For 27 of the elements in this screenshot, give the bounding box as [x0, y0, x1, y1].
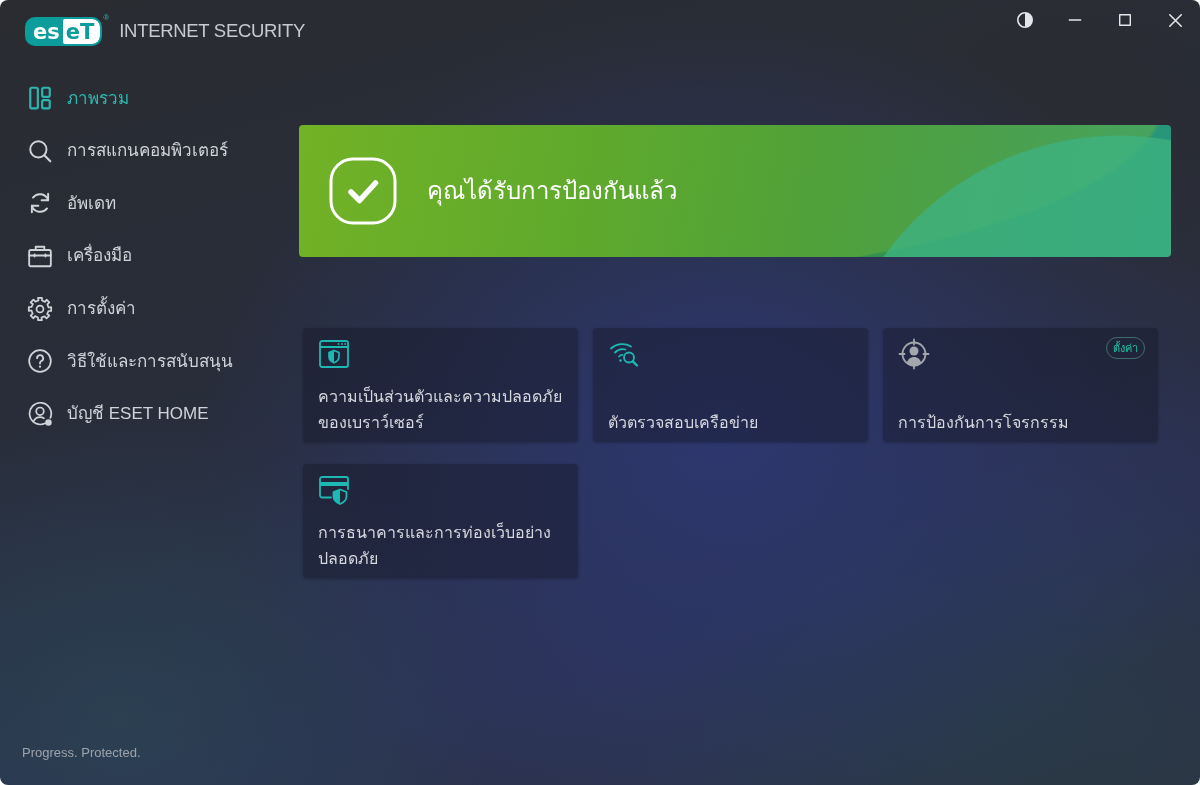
sidebar-item[interactable]: ภาพรวม — [0, 72, 129, 125]
sidebar-item[interactable]: การตั้งค่า — [0, 282, 136, 335]
sidebar-item[interactable]: อัพเดท — [0, 177, 116, 230]
feature-tile[interactable]: ความเป็นส่วนตัวและความปลอดภัยของเบราว์เซอร์ — [303, 328, 578, 442]
sidebar-item[interactable]: เครื่องมือ — [0, 229, 132, 283]
overview-icon — [27, 85, 53, 112]
contrast-icon — [1017, 12, 1033, 28]
status-message: คุณได้รับการป้องกันแล้ว — [427, 176, 677, 208]
account-icon — [27, 400, 53, 427]
settings-icon — [27, 295, 53, 322]
registered-mark: ® — [103, 12, 110, 24]
product-name: INTERNET SECURITY — [119, 19, 305, 44]
sidebar-item[interactable]: บัญชี ESET HOME — [0, 387, 209, 441]
feature-tile[interactable]: การธนาคารและการท่องเว็บอย่างปลอดภัย — [303, 464, 578, 578]
footer-tagline: Progress. Protected. — [21, 743, 141, 762]
minimize-icon — [1068, 19, 1082, 21]
sidebar-item[interactable]: การสแกนคอมพิวเตอร์ — [0, 124, 228, 178]
check-icon — [329, 157, 397, 225]
feature-tile[interactable]: ตั้งค่า การป้องกันการโจรกรรม — [883, 328, 1158, 442]
feature-tile[interactable]: ตัวตรวจสอบเครือข่าย — [593, 328, 868, 442]
close-icon — [1168, 13, 1182, 27]
help-icon — [27, 348, 53, 375]
sidebar-item[interactable]: วิธีใช้และการสนับสนุน — [0, 334, 233, 388]
maximize-icon — [1119, 14, 1131, 26]
search-icon — [27, 137, 53, 164]
eset-logo: es eT — [25, 16, 103, 46]
briefcase-icon — [27, 243, 53, 270]
